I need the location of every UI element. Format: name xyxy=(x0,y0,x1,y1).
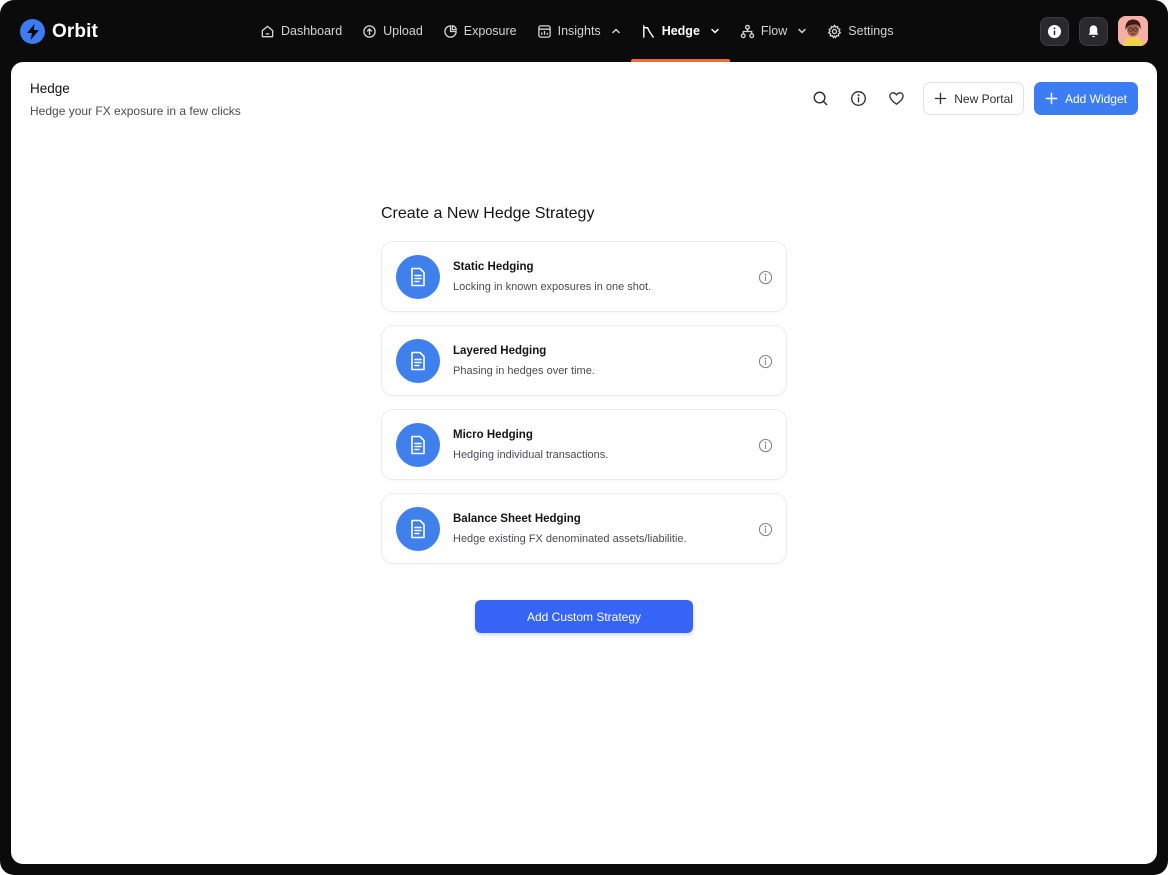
add-widget-button[interactable]: Add Widget xyxy=(1033,82,1138,115)
nav-label: Hedge xyxy=(661,24,700,38)
insights-icon xyxy=(537,24,551,38)
page-title: Hedge xyxy=(30,81,70,96)
strategy-card-balance-sheet[interactable]: Balance Sheet Hedging Hedge existing FX … xyxy=(381,493,787,564)
plus-icon xyxy=(935,92,947,105)
nav-label: Insights xyxy=(557,24,601,38)
strategy-card-micro[interactable]: Micro Hedging Hedging individual transac… xyxy=(381,409,787,480)
add-widget-label: Add Widget xyxy=(1064,91,1127,106)
strategy-title: Static Hedging xyxy=(453,261,534,273)
info-icon xyxy=(850,91,866,106)
nav-item-insights[interactable]: Insights xyxy=(527,0,631,62)
pie-chart-icon xyxy=(444,24,457,38)
user-avatar-icon xyxy=(1118,16,1148,46)
document-icon xyxy=(396,339,440,383)
hedge-icon xyxy=(642,24,654,38)
heart-icon xyxy=(888,92,904,105)
document-icon xyxy=(396,507,440,551)
nav-label: Upload xyxy=(383,24,423,38)
content-panel: Hedge Hedge your FX exposure in a few cl… xyxy=(11,62,1157,864)
bell-icon xyxy=(1088,24,1099,37)
nav-label: Exposure xyxy=(463,24,517,38)
avatar[interactable] xyxy=(1118,16,1148,46)
upload-icon xyxy=(363,24,376,38)
main-nav: Dashboard Upload Exposure Insights Hedge xyxy=(250,0,903,62)
add-custom-strategy-button[interactable]: Add Custom Strategy xyxy=(475,600,693,633)
document-icon xyxy=(396,423,440,467)
flow-icon xyxy=(740,24,755,38)
strategy-description: Phasing in hedges over time. xyxy=(453,365,595,377)
nav-label: Settings xyxy=(848,24,894,38)
brand-name: Orbit xyxy=(52,20,98,42)
new-portal-button[interactable]: New Portal xyxy=(923,82,1024,115)
strategy-description: Hedging individual transactions. xyxy=(453,449,609,461)
new-portal-label: New Portal xyxy=(954,91,1013,106)
search-button[interactable] xyxy=(805,82,835,115)
orbit-logo-icon xyxy=(20,19,45,44)
strategy-title: Layered Hedging xyxy=(453,345,547,357)
info-button[interactable] xyxy=(843,82,873,115)
app-window: Orbit Dashboard Upload Exposure Insights xyxy=(0,0,1168,875)
top-navigation-bar: Orbit Dashboard Upload Exposure Insights xyxy=(0,0,1168,62)
nav-item-dashboard[interactable]: Dashboard xyxy=(250,0,352,62)
chevron-down-icon xyxy=(711,28,719,34)
top-actions xyxy=(1040,16,1148,46)
strategy-card-static[interactable]: Static Hedging Locking in known exposure… xyxy=(381,241,787,312)
strategy-card-layered[interactable]: Layered Hedging Phasing in hedges over t… xyxy=(381,325,787,396)
help-button[interactable] xyxy=(1040,16,1069,46)
nav-item-settings[interactable]: Settings xyxy=(817,0,903,62)
strategy-description: Hedge existing FX denominated assets/lia… xyxy=(453,533,687,545)
info-icon xyxy=(1047,24,1062,38)
strategy-heading: Create a New Hedge Strategy xyxy=(381,205,595,222)
notifications-button[interactable] xyxy=(1079,16,1108,46)
favorite-button[interactable] xyxy=(881,82,911,115)
nav-label: Flow xyxy=(760,24,788,38)
nav-item-flow[interactable]: Flow xyxy=(730,0,817,62)
strategy-title: Micro Hedging xyxy=(453,429,533,441)
nav-item-exposure[interactable]: Exposure xyxy=(433,0,527,62)
strategy-description: Locking in known exposures in one shot. xyxy=(453,281,652,293)
info-icon[interactable] xyxy=(758,522,773,537)
plus-icon xyxy=(1045,92,1058,105)
chevron-up-icon xyxy=(611,28,620,34)
strategy-title: Balance Sheet Hedging xyxy=(453,513,581,525)
page-toolbar: New Portal Add Widget xyxy=(797,82,1138,115)
nav-item-hedge[interactable]: Hedge xyxy=(630,0,731,62)
gear-icon xyxy=(827,23,842,39)
brand[interactable]: Orbit xyxy=(20,19,98,44)
chevron-down-icon xyxy=(798,28,807,34)
nav-item-upload[interactable]: Upload xyxy=(352,0,433,62)
home-icon xyxy=(261,25,274,37)
nav-label: Dashboard xyxy=(281,24,343,38)
info-icon[interactable] xyxy=(758,270,773,285)
search-icon xyxy=(813,91,828,106)
page-subtitle: Hedge your FX exposure in a few clicks xyxy=(30,104,241,118)
document-icon xyxy=(396,255,440,299)
info-icon[interactable] xyxy=(758,354,773,369)
info-icon[interactable] xyxy=(758,438,773,453)
